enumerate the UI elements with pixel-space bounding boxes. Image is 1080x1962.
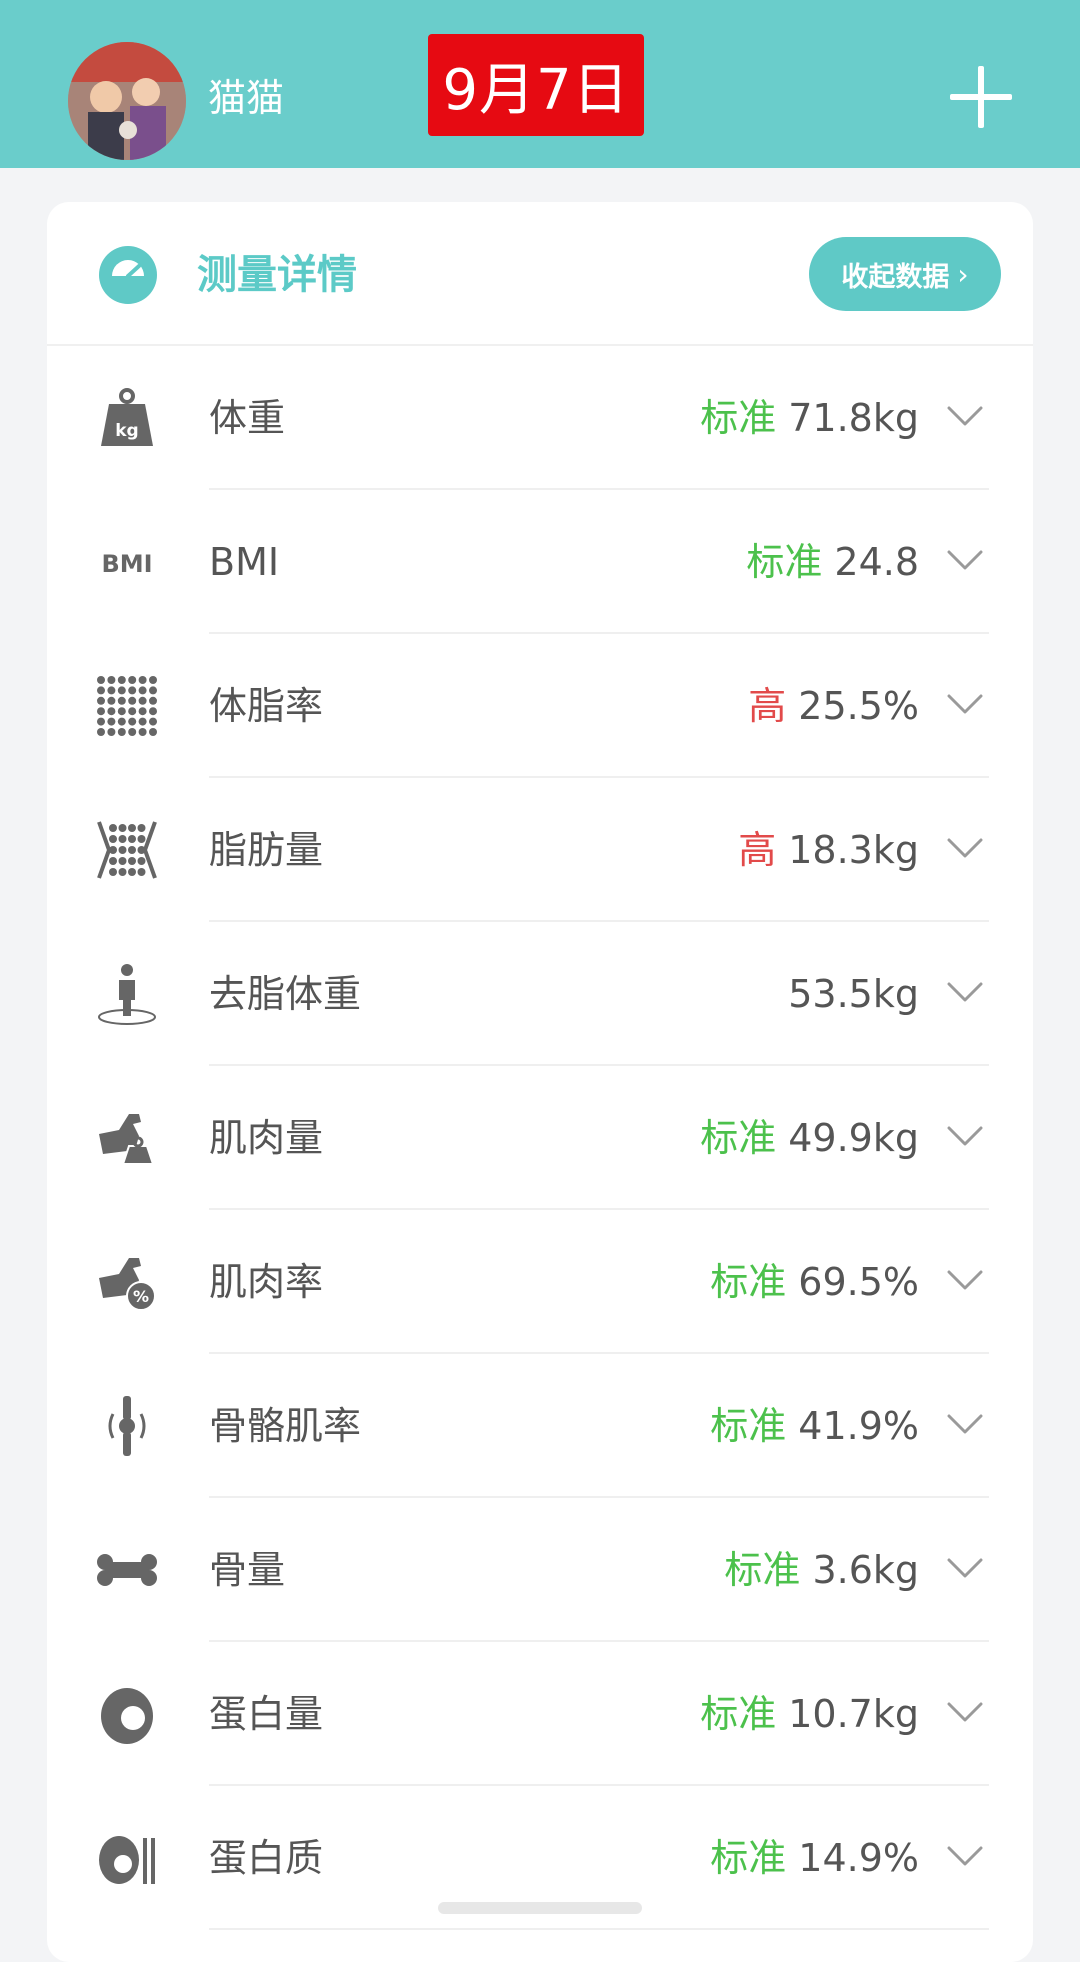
metric-value-group: 高 25.5%	[748, 682, 919, 730]
scale-gauge-icon	[99, 246, 157, 304]
metric-value-group: 标准 24.8	[746, 538, 919, 586]
chevron-down-icon[interactable]	[947, 1702, 983, 1724]
chevron-down-icon[interactable]	[947, 1270, 983, 1292]
chevron-down-icon[interactable]	[947, 1126, 983, 1148]
metric-row[interactable]: kg 体重 标准 71.8kg	[47, 346, 1033, 490]
metric-value-group: 高 18.3kg	[738, 826, 919, 874]
metric-value-group: 标准 41.9%	[710, 1402, 919, 1450]
metric-label: 去脂体重	[209, 972, 362, 1016]
metric-row[interactable]: % 肌肉率 标准 69.5%	[47, 1210, 1033, 1354]
chevron-down-icon[interactable]	[947, 1414, 983, 1436]
metric-row[interactable]: 脂肪量 高 18.3kg	[47, 778, 1033, 922]
skeletal-muscle-icon	[95, 1394, 159, 1458]
body-fat-rate-icon	[95, 674, 159, 738]
metric-row[interactable]: 体脂率 高 25.5%	[47, 634, 1033, 778]
avatar-photo	[68, 42, 186, 160]
metric-value: 24.8	[834, 540, 919, 584]
home-indicator[interactable]	[438, 1902, 642, 1914]
metric-label: 蛋白质	[209, 1836, 324, 1880]
avatar[interactable]	[68, 42, 186, 160]
top-bar: 猫猫 9月7日	[0, 0, 1080, 168]
date-badge: 9月7日	[428, 34, 644, 136]
status-badge: 标准	[746, 540, 823, 584]
status-badge: 标准	[700, 396, 777, 440]
metric-value: 53.5kg	[788, 972, 919, 1016]
chevron-down-icon[interactable]	[947, 1558, 983, 1580]
metric-value-group: 标准 71.8kg	[700, 394, 919, 442]
fat-mass-icon	[95, 818, 159, 882]
metric-label: 肌肉量	[209, 1116, 324, 1160]
muscle-mass-icon	[95, 1106, 159, 1170]
metric-row[interactable]: 肌肉量 标准 49.9kg	[47, 1066, 1033, 1210]
plus-icon[interactable]	[950, 66, 1012, 128]
chevron-down-icon[interactable]	[947, 1846, 983, 1868]
muscle-rate-icon: %	[95, 1250, 159, 1314]
metric-value: 18.3kg	[788, 828, 919, 872]
metric-label: 脂肪量	[209, 828, 324, 872]
metric-label: 体脂率	[209, 684, 324, 728]
chevron-down-icon[interactable]	[947, 838, 983, 860]
protein-mass-icon	[95, 1682, 159, 1746]
bone-icon	[95, 1538, 159, 1602]
measurement-card: 测量详情 收起数据 › kg 体重 标准 71.8kg BMI BMI 标准 24.8 体脂率高…	[47, 202, 1033, 1962]
metric-value-group: 标准 14.9%	[710, 1834, 919, 1882]
chevron-down-icon[interactable]	[947, 550, 983, 572]
collapse-data-label: 收起数据	[841, 261, 950, 293]
status-badge: 标准	[710, 1260, 787, 1304]
metric-value: 69.5%	[798, 1260, 919, 1304]
metric-row[interactable]: 骨骼肌率 标准 41.9%	[47, 1354, 1033, 1498]
metric-label: 体重	[209, 396, 286, 440]
row-divider	[209, 1928, 989, 1930]
metric-label: 骨量	[209, 1548, 286, 1592]
bmi-icon: BMI	[95, 530, 159, 594]
card-title: 测量详情	[197, 252, 357, 298]
metric-row[interactable]: 去脂体重 53.5kg	[47, 922, 1033, 1066]
protein-icon	[95, 1826, 159, 1890]
metric-row[interactable]: 骨量 标准 3.6kg	[47, 1498, 1033, 1642]
chevron-down-icon[interactable]	[947, 406, 983, 428]
status-badge: 标准	[710, 1836, 787, 1880]
chevron-down-icon[interactable]	[947, 694, 983, 716]
chevron-right-icon: ›	[957, 257, 969, 291]
status-badge: 高	[738, 828, 777, 872]
metric-value: 49.9kg	[788, 1116, 919, 1160]
metric-row[interactable]: BMI BMI 标准 24.8	[47, 490, 1033, 634]
status-badge: 标准	[710, 1404, 787, 1448]
metric-value-group: 标准 3.6kg	[724, 1546, 919, 1594]
status-badge: 高	[748, 684, 787, 728]
status-badge: 标准	[700, 1116, 777, 1160]
svg-text:%: %	[133, 1287, 149, 1306]
metric-label: 肌肉率	[209, 1260, 324, 1304]
metric-value-group: 标准 69.5%	[710, 1258, 919, 1306]
metric-label: 蛋白量	[209, 1692, 324, 1736]
metric-value: 25.5%	[798, 684, 919, 728]
metric-value: 41.9%	[798, 1404, 919, 1448]
metric-value-group: 标准 49.9kg	[700, 1114, 919, 1162]
metric-label: 骨骼肌率	[209, 1404, 362, 1448]
card-header: 测量详情 收起数据 ›	[47, 202, 1033, 346]
metric-value: 71.8kg	[788, 396, 919, 440]
svg-text:kg: kg	[115, 421, 138, 441]
metric-row[interactable]: 蛋白量 标准 10.7kg	[47, 1642, 1033, 1786]
metric-value: 14.9%	[798, 1836, 919, 1880]
username: 猫猫	[208, 76, 285, 120]
svg-text:BMI: BMI	[101, 550, 152, 578]
chevron-down-icon[interactable]	[947, 982, 983, 1004]
collapse-data-button[interactable]: 收起数据 ›	[809, 237, 1001, 311]
weight-kg-icon: kg	[95, 386, 159, 450]
lean-body-mass-icon	[95, 962, 159, 1026]
status-badge: 标准	[700, 1692, 777, 1736]
metric-label: BMI	[209, 540, 280, 584]
metric-value-group: 53.5kg	[788, 970, 919, 1018]
metric-value: 10.7kg	[788, 1692, 919, 1736]
metric-value: 3.6kg	[812, 1548, 919, 1592]
metric-value-group: 标准 10.7kg	[700, 1690, 919, 1738]
status-badge: 标准	[724, 1548, 801, 1592]
